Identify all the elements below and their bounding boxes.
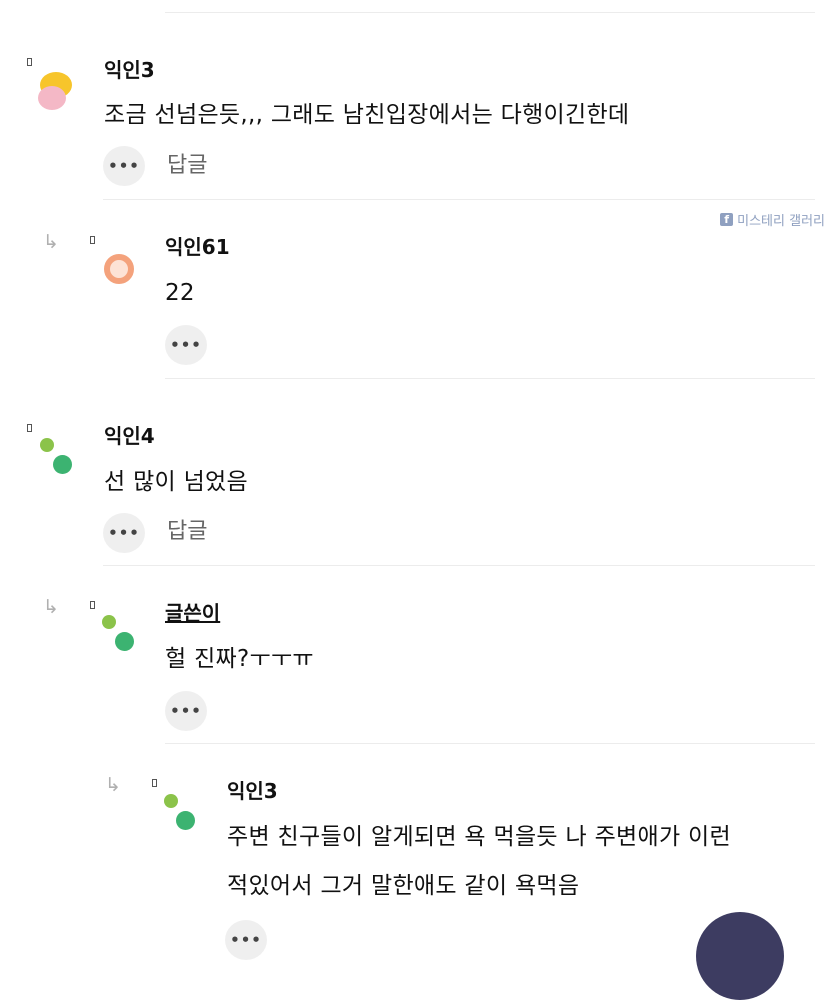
divider bbox=[165, 378, 815, 379]
comment-text: 조금 선넘은듯,,, 그래도 남친입장에서는 다행이긴한데 bbox=[104, 102, 630, 128]
reply-arrow-icon: ↳ bbox=[105, 774, 121, 796]
watermark-text: 미스테리 갤러리 bbox=[737, 214, 825, 229]
comment-text-line: 주변 친구들이 알게되면 욕 먹을듯 나 주변애가 이런 bbox=[227, 824, 731, 850]
avatar-shape-pink bbox=[38, 86, 66, 110]
comment-text: 헐 진짜?ㅜㅜㅠ bbox=[165, 646, 314, 672]
more-options-button[interactable]: ••• bbox=[165, 325, 207, 365]
avatar-shape-green-large bbox=[115, 632, 134, 651]
divider bbox=[165, 743, 815, 744]
report-marker-icon bbox=[90, 236, 95, 244]
divider bbox=[165, 12, 815, 13]
report-marker-icon bbox=[152, 779, 157, 787]
comment-author[interactable]: 글쓴이 bbox=[165, 601, 220, 625]
avatar-shape-green-small bbox=[164, 794, 178, 808]
more-options-button[interactable]: ••• bbox=[225, 920, 267, 960]
facebook-icon: f bbox=[720, 213, 734, 226]
reply-arrow-icon: ↳ bbox=[43, 231, 59, 253]
divider bbox=[103, 199, 815, 200]
reply-button[interactable]: 답글 bbox=[167, 152, 207, 180]
avatar bbox=[104, 254, 134, 284]
more-options-button[interactable]: ••• bbox=[165, 691, 207, 731]
more-options-button[interactable]: ••• bbox=[103, 146, 145, 186]
reply-button[interactable]: 답글 bbox=[167, 518, 207, 546]
comment-author[interactable]: 익인3 bbox=[227, 779, 278, 803]
avatar-shape-green-small bbox=[40, 438, 54, 452]
comment-text: 선 많이 넘었음 bbox=[104, 469, 248, 495]
report-marker-icon bbox=[90, 601, 95, 609]
floating-action-button[interactable] bbox=[696, 912, 784, 1000]
comment-text: 22 bbox=[165, 280, 195, 306]
comment-author[interactable]: 익인4 bbox=[104, 424, 155, 448]
comment-text-line: 적있어서 그거 말한애도 같이 욕먹음 bbox=[227, 873, 580, 899]
comment-author[interactable]: 익인3 bbox=[104, 58, 155, 82]
more-options-button[interactable]: ••• bbox=[103, 513, 145, 553]
avatar-shape-green-large bbox=[53, 455, 72, 474]
divider bbox=[103, 565, 815, 566]
report-marker-icon bbox=[27, 58, 32, 66]
avatar-shape-green-large bbox=[176, 811, 195, 830]
reply-arrow-icon: ↳ bbox=[43, 596, 59, 618]
report-marker-icon bbox=[27, 424, 32, 432]
avatar-shape-green-small bbox=[102, 615, 116, 629]
comment-author[interactable]: 익인61 bbox=[165, 235, 230, 259]
gallery-watermark: f 미스테리 갤러리 bbox=[720, 210, 825, 229]
